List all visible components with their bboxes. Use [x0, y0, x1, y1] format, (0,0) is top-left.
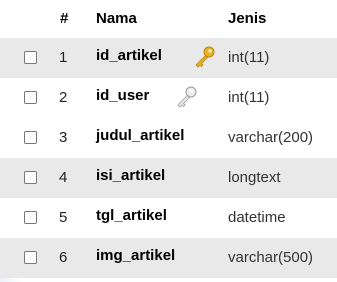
column-name[interactable]: judul_artikel [96, 127, 184, 144]
table-row[interactable]: 6 img_artikel varchar(500) [0, 238, 337, 278]
primary-key-icon [195, 46, 215, 68]
table-header: # Nama Jenis [0, 0, 337, 38]
table-row[interactable]: 4 isi_artikel longtext [0, 158, 337, 198]
table-row[interactable]: 3 judul_artikel varchar(200) [0, 118, 337, 158]
column-type: datetime [228, 209, 286, 226]
table-row[interactable]: 5 tgl_artikel datetime [0, 198, 337, 238]
header-name[interactable]: Nama [96, 10, 137, 27]
row-checkbox[interactable] [24, 171, 37, 184]
column-type: int(11) [228, 89, 270, 106]
column-name[interactable]: img_artikel [96, 247, 175, 264]
row-number: 1 [59, 49, 68, 66]
row-number: 5 [59, 209, 68, 226]
row-number: 4 [59, 169, 68, 186]
index-key-icon [177, 86, 197, 108]
column-type: longtext [228, 169, 281, 186]
column-type: int(11) [228, 49, 270, 66]
column-type: varchar(200) [228, 129, 314, 146]
row-number: 2 [59, 89, 68, 106]
column-type: varchar(500) [228, 249, 314, 266]
header-num[interactable]: # [60, 10, 68, 27]
column-name[interactable]: id_user [96, 87, 149, 104]
row-number: 3 [59, 129, 68, 146]
column-name[interactable]: id_artikel [96, 47, 162, 64]
column-name[interactable]: isi_artikel [96, 167, 165, 184]
row-checkbox[interactable] [24, 251, 37, 264]
table-row[interactable]: 1 id_artikel int(11) [0, 38, 337, 78]
row-checkbox[interactable] [24, 51, 37, 64]
header-type[interactable]: Jenis [228, 10, 266, 27]
row-checkbox[interactable] [24, 211, 37, 224]
table-row[interactable]: 2 id_user int(11) [0, 78, 337, 118]
row-checkbox[interactable] [24, 131, 37, 144]
row-number: 6 [59, 249, 68, 266]
table-structure: # Nama Jenis 1 id_artikel int(11) 2 id_u… [0, 0, 337, 282]
row-checkbox[interactable] [24, 91, 37, 104]
column-name[interactable]: tgl_artikel [96, 207, 167, 224]
